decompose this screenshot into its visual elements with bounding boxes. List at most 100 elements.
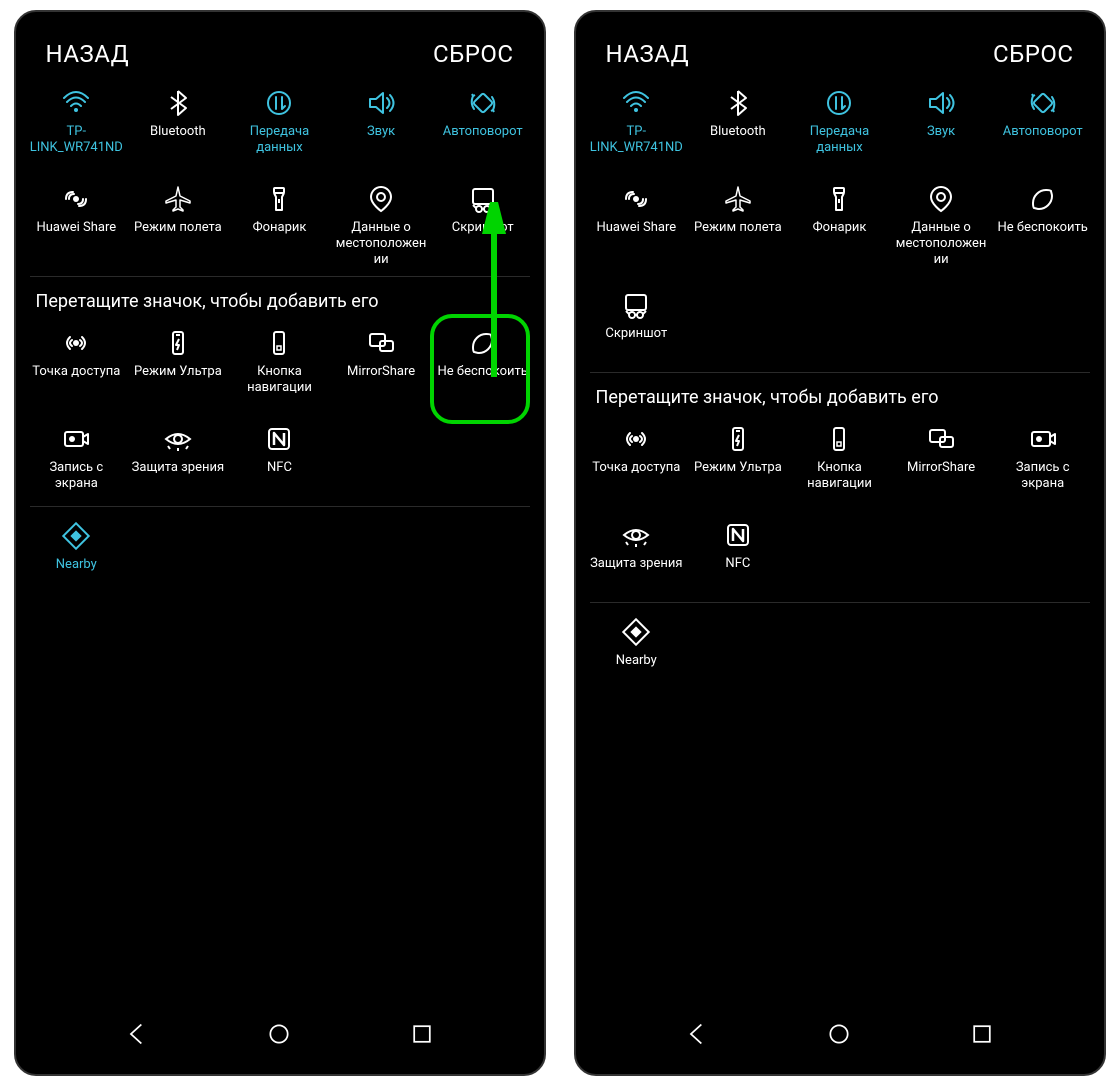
flashlight-icon [824,184,854,214]
tile-label: Режим Ультра [134,364,222,380]
tile-label: Фонарик [813,220,867,236]
active-tiles-grid: TP-LINK_WR741ND Bluetooth Передача данныхЗ… [16,86,544,270]
data-icon [264,88,294,118]
airplane-icon [163,184,193,214]
tile-eyecare[interactable]: Защита зрения [127,422,229,500]
tile-label: Запись с экрана [995,460,1091,492]
tile-nearby[interactable]: Nearby [586,615,688,693]
tile-navkey[interactable]: Кнопка навигации [789,422,891,500]
tile-flashlight[interactable]: Фонарик [789,182,891,270]
tile-sound[interactable]: Звук [330,86,432,164]
tile-wifi[interactable]: TP-LINK_WR741ND [586,86,688,164]
tile-sound[interactable]: Звук [890,86,992,164]
tile-flashlight[interactable]: Фонарик [229,182,331,270]
location-icon [926,184,956,214]
tile-label: MirrorShare [907,460,975,476]
tile-label: Huawei Share [596,220,676,236]
tile-mirrorshare[interactable]: MirrorShare [330,326,432,404]
nfc-icon [264,424,294,454]
tile-location[interactable]: Данные о местоположении [330,182,432,270]
nav-home-icon[interactable] [266,1021,292,1047]
inactive-tiles-grid: Точка доступа Режим Ультра Кнопка навигаци… [16,326,544,500]
nav-home-icon[interactable] [826,1021,852,1047]
header: НАЗАД СБРОС [576,12,1104,86]
tile-screenrec[interactable]: Запись с экрана [992,422,1094,500]
tile-huawei-share[interactable]: Huawei Share [26,182,128,270]
header: НАЗАД СБРОС [16,12,544,86]
hotspot-icon [61,328,91,358]
tile-bluetooth[interactable]: Bluetooth [127,86,229,164]
tile-label: Звук [927,124,955,140]
tile-nfc[interactable]: NFC [229,422,331,500]
nav-recent-icon[interactable] [409,1021,435,1047]
tile-screenshot[interactable]: Скриншот [432,182,534,270]
bluetooth-icon [163,88,193,118]
tile-label: Фонарик [253,220,307,236]
tile-bluetooth[interactable]: Bluetooth [687,86,789,164]
tile-huawei-share[interactable]: Huawei Share [586,182,688,270]
tile-ultra[interactable]: Режим Ультра [127,326,229,404]
drag-prompt: Перетащите значок, чтобы добавить его [16,277,544,326]
tile-label: Защита зрения [132,460,224,476]
sound-icon [926,88,956,118]
screenrec-icon [1028,424,1058,454]
tile-rotate[interactable]: Автоповорот [992,86,1094,164]
tile-label: Скриншот [452,220,514,236]
wifi-icon [621,88,651,118]
tile-nearby[interactable]: Nearby [26,519,128,597]
tile-label: Кнопка навигации [791,460,887,492]
extra-tiles-grid: Nearby [576,603,1104,693]
tile-mirrorshare[interactable]: MirrorShare [890,422,992,500]
tile-label: Передача данных [791,124,887,156]
tile-dnd[interactable]: Не беспокоить [992,182,1094,270]
tile-navkey[interactable]: Кнопка навигации [229,326,331,404]
tile-label: Скриншот [605,326,667,342]
tile-label: TP-LINK_WR741ND [28,124,124,156]
nav-back-icon[interactable] [684,1021,710,1047]
tile-nfc[interactable]: NFC [687,518,789,596]
tile-rotate[interactable]: Автоповорот [432,86,534,164]
navbar [576,1004,1104,1074]
tile-hotspot[interactable]: Точка доступа [26,326,128,404]
bluetooth-icon [723,88,753,118]
tile-label: Данные о местоположении [333,220,429,268]
tile-screenshot[interactable]: Скриншот [586,288,688,366]
screenshot-icon [621,290,651,320]
tile-label: Bluetooth [710,124,766,140]
reset-button[interactable]: СБРОС [433,40,514,68]
eyecare-icon [621,520,651,550]
tile-location[interactable]: Данные о местоположении [890,182,992,270]
tile-data[interactable]: Передача данных [789,86,891,164]
tile-hotspot[interactable]: Точка доступа [586,422,688,500]
phone-left: НАЗАД СБРОС TP-LINK_WR741ND Bluetooth Пере… [14,10,546,1076]
ultra-icon [163,328,193,358]
phone-right: НАЗАД СБРОС TP-LINK_WR741ND Bluetooth Пере… [574,10,1106,1076]
huawei-share-icon [621,184,651,214]
tile-label: Кнопка навигации [231,364,327,396]
tile-data[interactable]: Передача данных [229,86,331,164]
back-button[interactable]: НАЗАД [606,40,690,68]
back-button[interactable]: НАЗАД [46,40,130,68]
mirrorshare-icon [366,328,396,358]
nav-back-icon[interactable] [124,1021,150,1047]
reset-button[interactable]: СБРОС [993,40,1074,68]
tile-eyecare[interactable]: Защита зрения [586,518,688,596]
tile-label: MirrorShare [347,364,415,380]
tile-label: NFC [725,556,750,572]
navkey-icon [264,328,294,358]
rotate-icon [1028,88,1058,118]
nearby-icon [61,521,91,551]
dnd-icon [1028,184,1058,214]
tile-airplane[interactable]: Режим полета [127,182,229,270]
navkey-icon [824,424,854,454]
tile-screenrec[interactable]: Запись с экрана [26,422,128,500]
tile-ultra[interactable]: Режим Ультра [687,422,789,500]
tile-wifi[interactable]: TP-LINK_WR741ND [26,86,128,164]
nav-recent-icon[interactable] [969,1021,995,1047]
tile-label: Защита зрения [590,556,682,572]
tile-label: Bluetooth [150,124,206,140]
tile-label: Точка доступа [32,364,120,380]
location-icon [366,184,396,214]
tile-dnd[interactable]: Не беспокоить [432,326,534,404]
tile-airplane[interactable]: Режим полета [687,182,789,270]
